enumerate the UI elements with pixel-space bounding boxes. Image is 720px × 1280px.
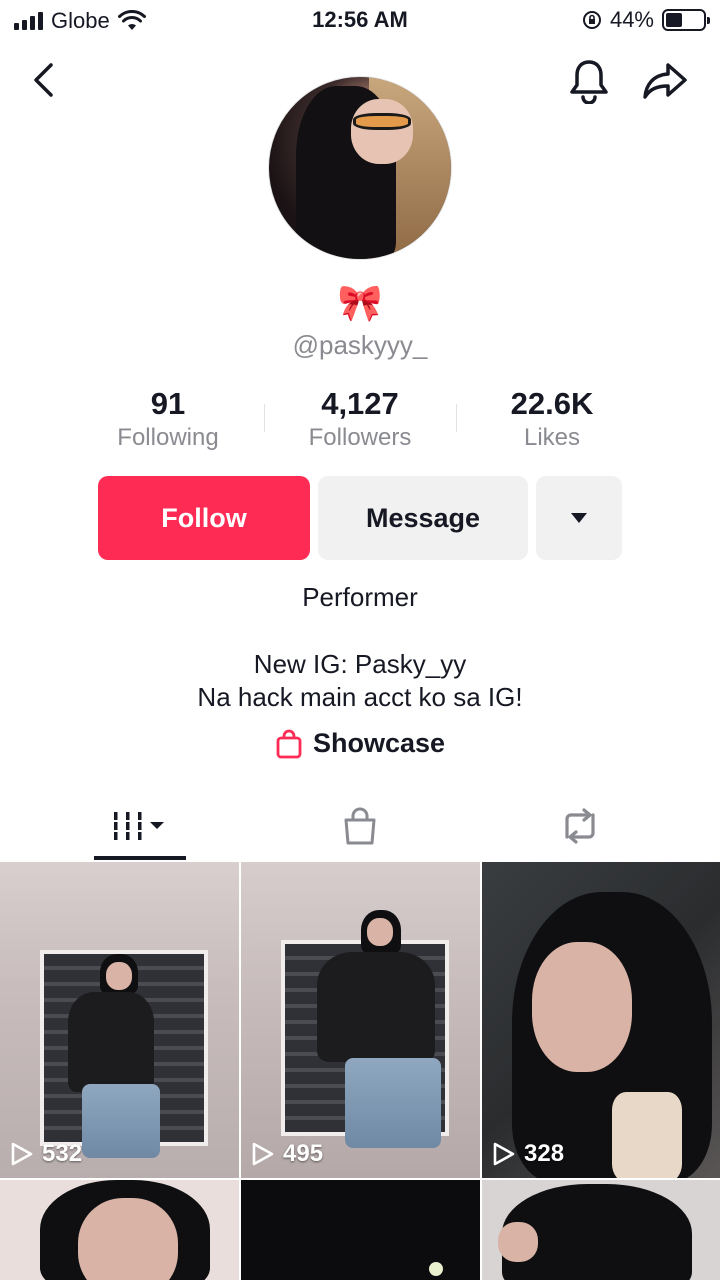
- view-count-value: 495: [283, 1140, 324, 1167]
- follow-button[interactable]: Follow: [98, 476, 310, 560]
- stat-likes[interactable]: 22.6K Likes: [456, 386, 648, 456]
- video-thumbnail[interactable]: [241, 1180, 480, 1280]
- rotation-lock-icon: [582, 11, 601, 29]
- profile-avatar[interactable]: [268, 76, 452, 260]
- stat-label: Likes: [523, 424, 581, 451]
- stat-value: 22.6K: [510, 386, 594, 421]
- view-count: 532: [10, 1140, 82, 1168]
- tab-videos[interactable]: [94, 790, 186, 862]
- tab-reposts[interactable]: [534, 790, 626, 862]
- more-options-button[interactable]: [536, 476, 622, 560]
- status-bar: Globe 12:56 AM 44%: [0, 0, 720, 40]
- video-thumbnail[interactable]: [482, 1180, 720, 1280]
- profile-handle: @paskyyy_: [292, 330, 428, 360]
- video-thumbnail[interactable]: 495: [241, 862, 480, 1178]
- caret-down-icon: [571, 513, 587, 523]
- stat-value: 4,127: [321, 386, 399, 421]
- share-button[interactable]: [640, 56, 690, 106]
- profile-emoji: 🎀: [337, 282, 383, 323]
- share-arrow-icon: [643, 63, 687, 99]
- stat-value: 91: [150, 386, 186, 421]
- view-count: 328: [492, 1140, 564, 1168]
- notifications-button[interactable]: [564, 56, 614, 106]
- battery-percent: 44%: [609, 7, 654, 32]
- view-count-value: 328: [524, 1140, 565, 1167]
- stat-divider: [456, 404, 457, 432]
- video-thumbnail[interactable]: [0, 1180, 239, 1280]
- videos-grid-icon: [114, 812, 164, 840]
- video-thumbnail[interactable]: 532: [0, 862, 239, 1178]
- stat-label: Following: [117, 424, 219, 451]
- stat-following[interactable]: 91 Following: [72, 386, 264, 456]
- back-button[interactable]: [22, 58, 66, 102]
- showcase-label: Showcase: [312, 728, 446, 758]
- bio-line: New IG: Pasky_yy: [253, 649, 467, 679]
- view-count-value: 532: [42, 1140, 83, 1167]
- shopping-bag-icon: [344, 807, 376, 845]
- view-count: 495: [251, 1140, 323, 1168]
- bell-icon: [570, 60, 608, 104]
- bio-line: Na hack main acct ko sa IG!: [197, 682, 523, 712]
- video-grid: 532 495 328: [0, 862, 720, 1280]
- profile-bio: New IG: Pasky_yy Na hack main acct ko sa…: [0, 648, 720, 714]
- play-icon: [11, 1142, 33, 1166]
- profile-actions: Follow Message: [98, 476, 622, 560]
- profile-category: Performer: [302, 582, 418, 612]
- video-thumbnail[interactable]: 328: [482, 862, 720, 1178]
- play-icon: [493, 1142, 515, 1166]
- repost-icon: [565, 808, 595, 844]
- tab-indicator: [94, 856, 186, 860]
- status-right: 44%: [582, 7, 710, 33]
- play-icon: [252, 1142, 274, 1166]
- shopping-bag-icon: [276, 729, 302, 758]
- stat-divider: [264, 404, 265, 432]
- profile-stats: 91 Following 4,127 Followers 22.6K Likes: [72, 386, 648, 456]
- battery-icon: [662, 9, 710, 31]
- message-button[interactable]: Message: [318, 476, 528, 560]
- profile-tabs: [0, 790, 720, 862]
- stat-followers[interactable]: 4,127 Followers: [264, 386, 456, 456]
- chevron-left-icon: [34, 63, 53, 97]
- tab-shop[interactable]: [314, 790, 406, 862]
- showcase-link[interactable]: Showcase: [0, 728, 720, 759]
- stat-label: Followers: [308, 424, 412, 451]
